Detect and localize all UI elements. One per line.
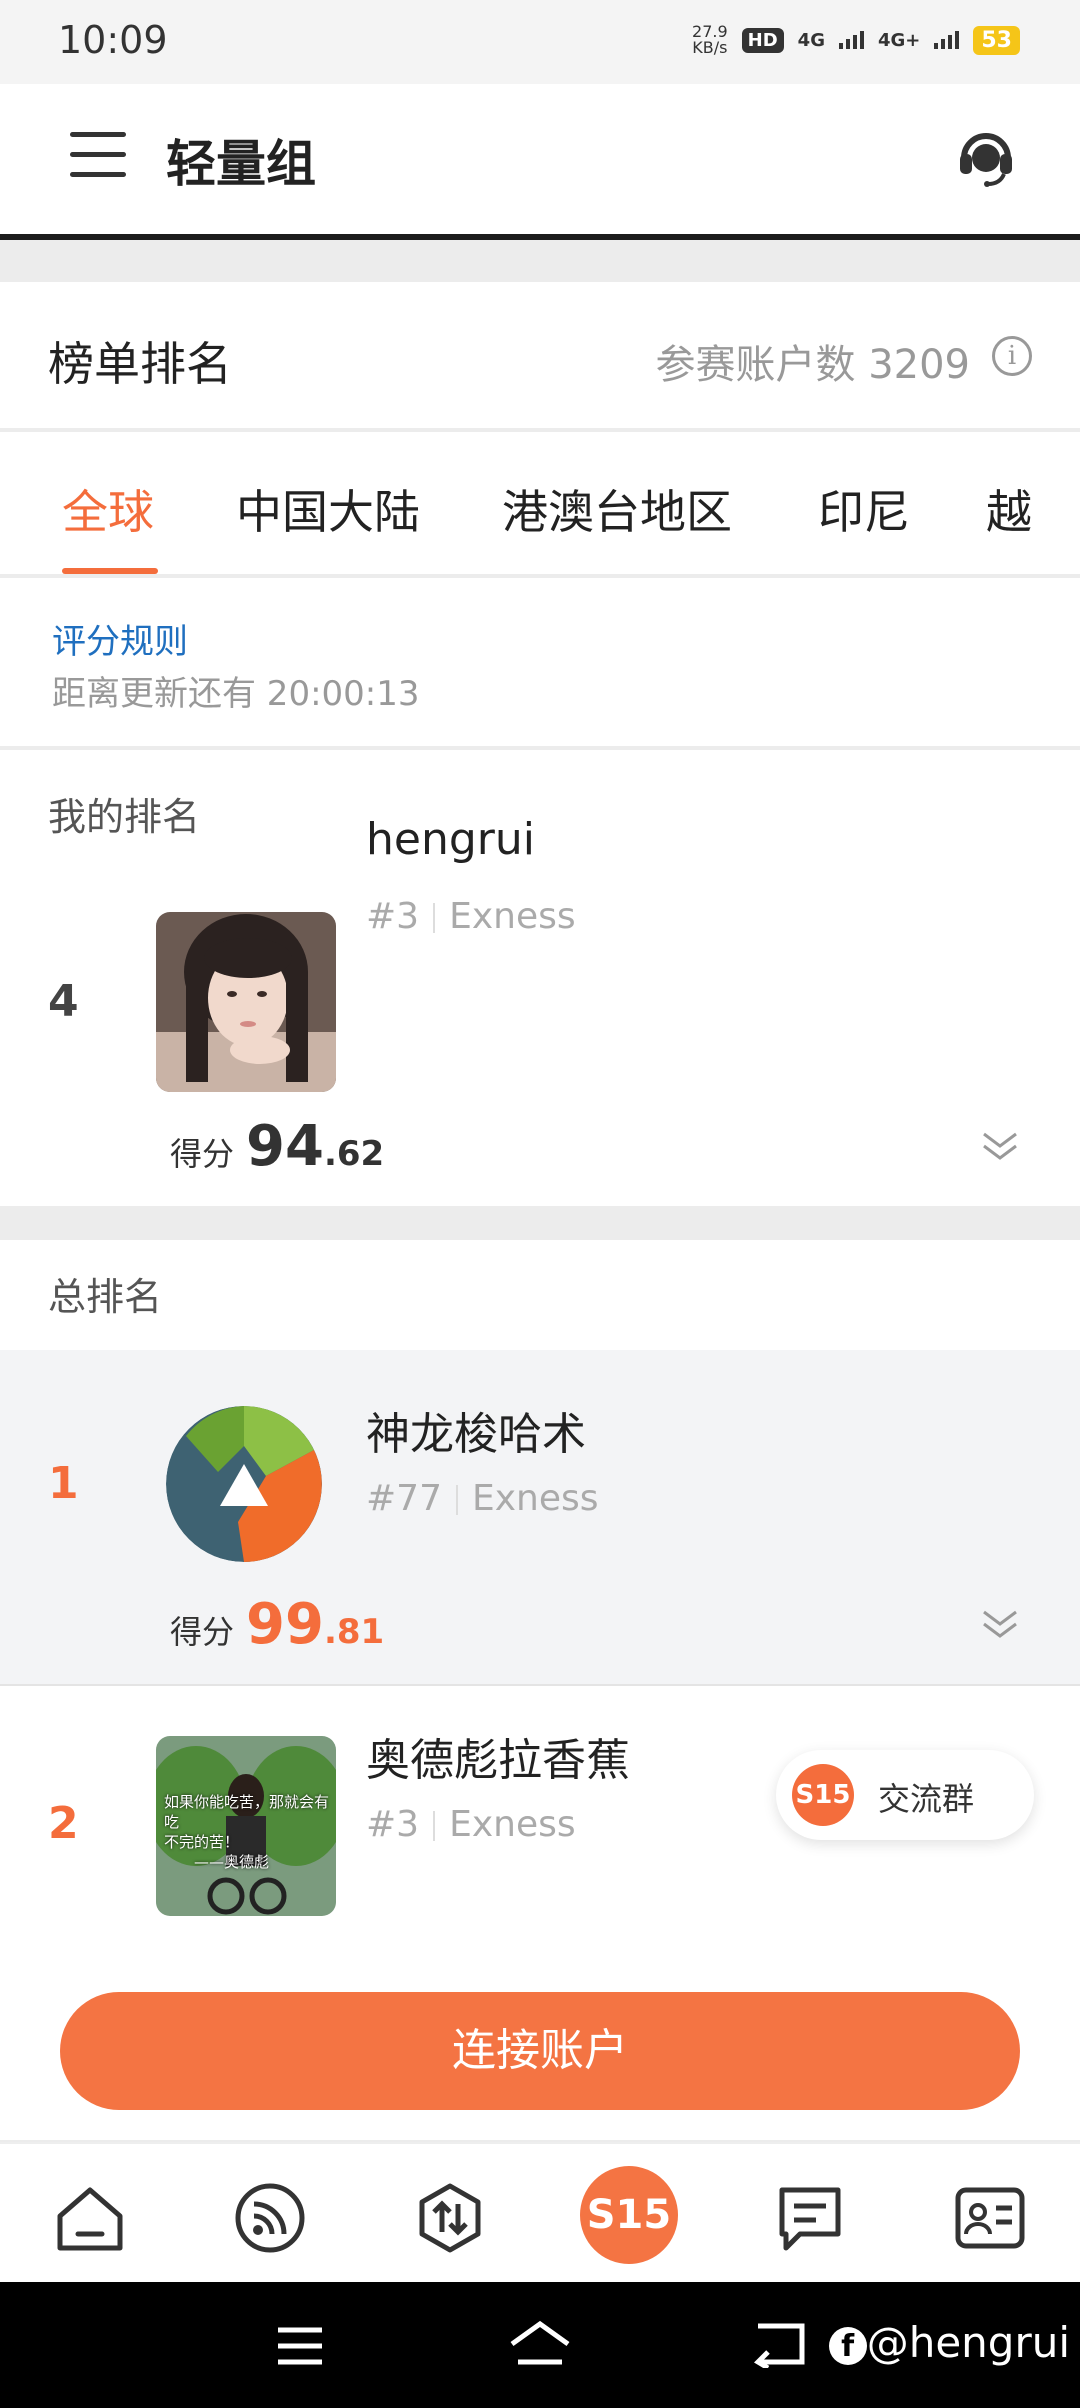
ranking-title: 榜单排名 — [48, 337, 232, 391]
home-nav-icon[interactable] — [508, 2320, 572, 2368]
score-dec: .81 — [323, 1612, 385, 1652]
account-meta: #3 Exness — [366, 1804, 576, 1845]
hamburger-icon[interactable] — [70, 132, 126, 180]
score-label: 得分 — [170, 1135, 235, 1173]
facebook-icon: f — [828, 2326, 867, 2365]
page-title: 轻量组 — [166, 135, 316, 193]
participants-count: 参赛账户数 3209 — [655, 342, 970, 388]
chat-group-button[interactable]: S15 交流群 — [776, 1750, 1034, 1840]
username: hengrui — [366, 814, 535, 865]
total-rank-title: 总排名 — [48, 1275, 163, 1319]
username: 神龙梭哈术 — [366, 1409, 586, 1460]
network-4g-label: 4G — [797, 29, 825, 51]
score: 得分 99.81 — [170, 1592, 384, 1657]
account-meta: #77 Exness — [366, 1478, 599, 1519]
info-icon[interactable]: i — [992, 336, 1032, 376]
my-rank-section: 我的排名 4 hengrui #3 Exness 得分 94.62 — [0, 750, 1080, 1206]
feed-icon[interactable] — [232, 2180, 308, 2256]
my-rank-row[interactable]: 4 hengrui #3 Exness 得分 94.62 — [0, 750, 1080, 1206]
account-number: #3 — [366, 1804, 420, 1845]
avatar: 如果你能吃苦，那就会有吃 不完的苦！ ——奥德彪 — [156, 1736, 336, 1916]
status-time: 10:09 — [58, 18, 168, 62]
system-nav-bar: f @hengrui — [0, 2282, 1080, 2408]
home-icon[interactable] — [52, 2180, 128, 2256]
broker-name: Exness — [449, 896, 576, 937]
rules-section: 评分规则 距离更新还有 20:00:13 — [0, 578, 1080, 748]
chevron-down-icon[interactable] — [980, 1604, 1020, 1644]
tab-global[interactable]: 全球 — [62, 476, 154, 542]
avatar — [156, 912, 336, 1092]
trade-icon[interactable] — [412, 2180, 488, 2256]
chat-group-label: 交流群 — [878, 1780, 975, 1818]
score-label: 得分 — [170, 1613, 235, 1651]
active-tab-indicator — [62, 568, 158, 574]
connect-account-button[interactable]: 连接账户 — [60, 1992, 1020, 2110]
menu-icon[interactable] — [276, 2326, 324, 2366]
account-number: #3 — [366, 896, 420, 937]
network-4g-plus-label: 4G+ — [877, 29, 921, 51]
update-countdown: 距离更新还有 20:00:13 — [52, 674, 420, 714]
scoring-rules-link[interactable]: 评分规则 — [52, 614, 188, 663]
tab-mainland[interactable]: 中国大陆 — [236, 476, 420, 542]
rank-number: 4 — [48, 976, 79, 1027]
signal-icon-2 — [934, 31, 960, 49]
avatar — [166, 1406, 322, 1562]
rank-number: 2 — [48, 1798, 79, 1849]
s15-logo-icon: S15 — [792, 1764, 854, 1826]
watermark-text: @hengrui — [866, 2318, 1070, 2367]
s15-icon[interactable]: S15 — [580, 2166, 678, 2264]
profile-card-icon[interactable] — [952, 2180, 1028, 2256]
message-icon[interactable] — [772, 2180, 848, 2256]
username: 奥德彪拉香蕉 — [366, 1735, 630, 1786]
app-header: 轻量组 — [0, 84, 1080, 240]
account-meta: #3 Exness — [366, 896, 576, 937]
tab-vietnam[interactable]: 越 — [986, 476, 1032, 542]
region-tabs: 全球 中国大陆 港澳台地区 印尼 越 — [0, 432, 1080, 576]
broker-name: Exness — [471, 1478, 599, 1519]
account-number: #77 — [366, 1478, 442, 1519]
score-int: 99 — [246, 1592, 324, 1657]
status-icons: 27.9 KB/s HD 4G 4G+ 53 — [692, 24, 1020, 56]
chevron-down-icon[interactable] — [980, 1126, 1020, 1166]
headset-icon[interactable] — [954, 124, 1018, 188]
watermark: f @hengrui — [828, 2318, 1070, 2367]
score-int: 94 — [246, 1114, 324, 1179]
rank-row-1[interactable]: 1 神龙梭哈术 #77 Exness 得分 99.81 — [0, 1350, 1080, 1686]
tab-indonesia[interactable]: 印尼 — [818, 476, 910, 542]
battery-icon: 53 — [973, 25, 1020, 55]
ranking-header: 榜单排名 参赛账户数 3209 i — [0, 282, 1080, 430]
score: 得分 94.62 — [170, 1114, 384, 1179]
hd-icon: HD — [741, 27, 784, 53]
signal-icon — [838, 31, 864, 49]
broker-name: Exness — [449, 1804, 576, 1845]
rank-number: 1 — [48, 1458, 79, 1509]
connect-area: 连接账户 — [0, 1944, 1080, 2140]
score-dec: .62 — [323, 1134, 385, 1174]
back-icon[interactable] — [754, 2320, 806, 2368]
status-bar: 10:09 27.9 KB/s HD 4G 4G+ 53 — [0, 0, 1080, 84]
avatar-caption: 如果你能吃苦，那就会有吃 不完的苦！ ——奥德彪 — [164, 1793, 330, 1871]
tab-hk-macau-taiwan[interactable]: 港澳台地区 — [502, 476, 732, 542]
network-speed: 27.9 KB/s — [692, 24, 728, 56]
bottom-nav: S15 — [0, 2142, 1080, 2282]
speed-unit: KB/s — [692, 38, 728, 57]
